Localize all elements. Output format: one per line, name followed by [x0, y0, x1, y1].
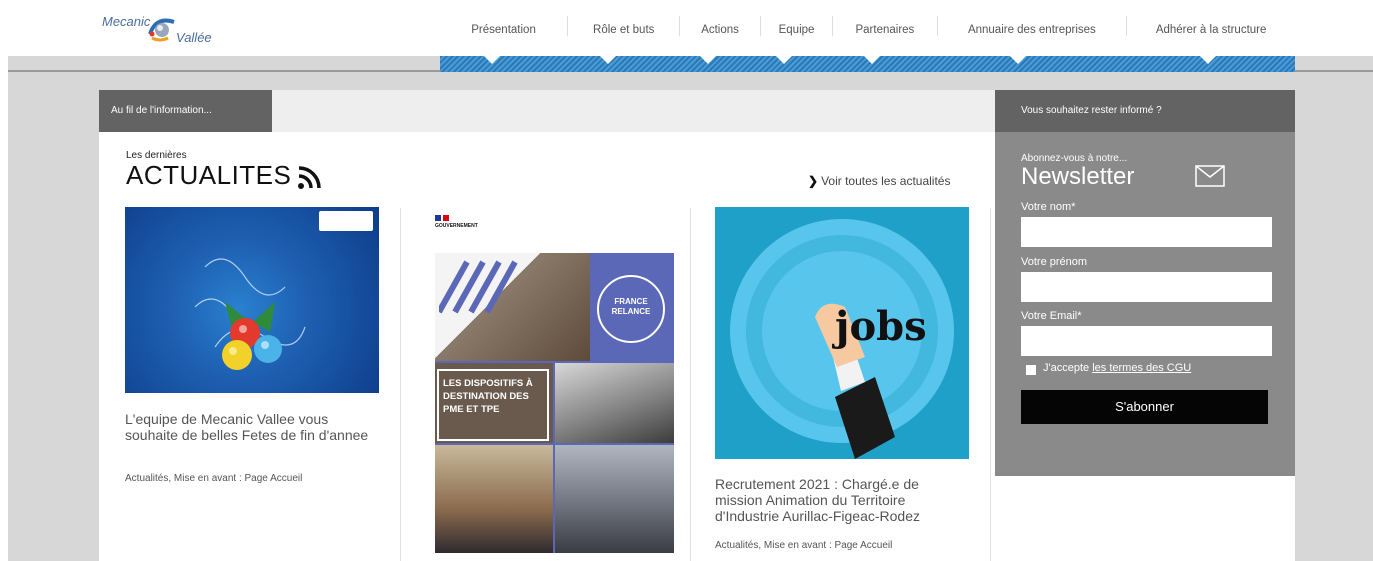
section-title: ACTUALITES [126, 160, 292, 190]
cgu-checkbox[interactable] [1026, 365, 1036, 375]
nav-item-actions[interactable]: Actions [679, 16, 759, 36]
strip-line-left [8, 70, 440, 72]
card-1-title[interactable]: L'equipe de Mecanic Vallee vous souhaite… [125, 411, 375, 443]
photo-workshop [555, 445, 674, 553]
logo-text-vallee: Vallée [176, 30, 212, 45]
accept-prefix: J'accepte [1043, 362, 1090, 374]
strip-line-right [1295, 70, 1373, 72]
page-gutter-right [1295, 90, 1373, 561]
site-logo[interactable]: Mecanic Vallée [100, 10, 240, 54]
nav-item-annuaire[interactable]: Annuaire des entreprises [936, 16, 1127, 36]
newsletter-title: Newsletter [1021, 163, 1135, 190]
dispositifs-label: LES DISPOSITIFS À DESTINATION DES PME ET… [437, 369, 549, 441]
see-all-news-link[interactable]: ❯ Voir toutes les actualités [808, 174, 950, 188]
cgu-accept-text: J'accepte les termes des CGU [1043, 362, 1191, 374]
nav-notch [700, 56, 716, 64]
card-divider [690, 208, 691, 561]
nav-notch [864, 56, 880, 64]
card-3-title[interactable]: Recrutement 2021 : Chargé.e de mission A… [715, 476, 965, 524]
name-field[interactable] [1021, 217, 1272, 247]
france-relance-badge: FRANCE RELANCE [597, 275, 665, 343]
main-nav: Présentation Rôle et buts Actions Equipe… [440, 16, 1295, 56]
see-all-label: Voir toutes les actualités [821, 174, 951, 188]
tab-information[interactable]: Au fil de l'information... [99, 90, 272, 132]
nav-item-adherer[interactable]: Adhérer à la structure [1126, 16, 1295, 36]
rss-icon[interactable] [297, 166, 321, 190]
nav-notch [600, 56, 616, 64]
flag-red [443, 215, 449, 221]
gov-logo: GOUVERNEMENT [435, 215, 478, 239]
logo-swirl-icon [148, 18, 175, 42]
chevron-right-icon: ❯ [808, 174, 819, 188]
logo-text-mecanic: Mecanic [102, 14, 151, 29]
christmas-ornament-icon [194, 258, 306, 370]
nav-notch [1200, 56, 1216, 64]
nav-notch [776, 56, 792, 64]
nav-notch [484, 56, 500, 64]
card-1-image[interactable] [125, 207, 379, 393]
stripes-decoration [439, 260, 518, 314]
newsletter-header: Vous souhaitez rester informé ? [995, 90, 1295, 132]
flag-icon [435, 215, 441, 221]
subscribe-button[interactable]: S'abonner [1021, 390, 1268, 424]
photo-laptop [555, 363, 674, 443]
card-3-meta: Actualités, Mise en avant : Page Accueil [715, 540, 893, 551]
page-gutter-left [8, 90, 99, 561]
cgu-link[interactable]: les termes des CGU [1092, 362, 1191, 374]
card-3-image[interactable]: jobs [715, 207, 969, 459]
nav-item-equipe[interactable]: Equipe [759, 16, 833, 36]
nav-notch [1010, 56, 1026, 64]
label-firstname: Votre prénom [1021, 256, 1088, 268]
photo-restaurant [435, 445, 553, 553]
gov-text: GOUVERNEMENT [435, 223, 478, 229]
card-1-meta: Actualités, Mise en avant : Page Accueil [125, 473, 303, 484]
email-field[interactable] [1021, 326, 1272, 356]
card-2-image[interactable]: GOUVERNEMENT FRANCE RELANCE LES DISPOSIT… [435, 207, 674, 553]
nav-item-partenaires[interactable]: Partenaires [832, 16, 936, 36]
label-name: Votre nom* [1021, 201, 1076, 213]
nav-item-role[interactable]: Rôle et buts [567, 16, 679, 36]
nav-item-presentation[interactable]: Présentation [440, 16, 567, 36]
card-divider [990, 208, 991, 561]
firstname-field[interactable] [1021, 272, 1272, 302]
envelope-icon [1195, 165, 1225, 187]
card-divider [400, 208, 401, 561]
jobs-text: jobs [835, 303, 927, 350]
label-email: Votre Email* [1021, 310, 1082, 322]
